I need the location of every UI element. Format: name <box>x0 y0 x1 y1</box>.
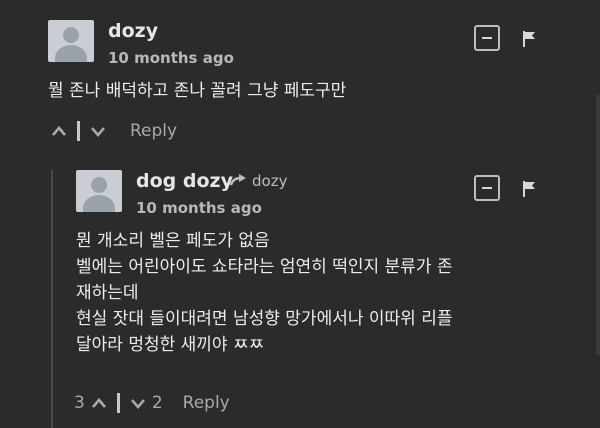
reply-button[interactable]: Reply <box>130 121 177 141</box>
flag-icon[interactable] <box>522 31 536 47</box>
comment-body: 뭘 존나 배덕하고 존나 꼴려 그냥 페도구만 <box>48 81 347 101</box>
avatar[interactable] <box>76 170 122 212</box>
comment-timestamp[interactable]: 10 months ago <box>108 49 234 67</box>
upvote-icon[interactable] <box>91 397 107 409</box>
comment-body: 뭔 개소리 벨은 페도가 없음 벨에는 어린아이도 쇼타라는 엄연히 떡인지 분… <box>76 228 556 358</box>
collapse-button[interactable] <box>474 25 500 51</box>
comments-page: dozy 10 months ago 뭘 존나 배덕하고 존나 꼴려 그냥 페도… <box>0 0 600 428</box>
avatar[interactable] <box>48 20 94 62</box>
reply-to-name[interactable]: dozy <box>252 172 287 190</box>
flag-icon[interactable] <box>522 181 536 197</box>
reply-arrow-icon <box>230 174 246 186</box>
comment-line: 현실 잣대 들이대려면 남성향 망가에서나 이따위 리플 <box>76 309 453 329</box>
vote-divider <box>116 393 120 413</box>
comment-timestamp[interactable]: 10 months ago <box>136 199 262 217</box>
comment-line: 재하는데 <box>76 283 139 303</box>
comment-line: 벨에는 어린아이도 쇼타라는 엄연히 떡인지 분류가 존 <box>76 257 453 277</box>
reply-to-indicator[interactable]: dozy <box>230 172 287 190</box>
comment-actions: Reply <box>51 121 177 141</box>
comment-line: 뭔 개소리 벨은 페도가 없음 <box>76 231 270 251</box>
downvote-count: 2 <box>151 393 163 413</box>
upvote-count: 3 <box>74 393 85 413</box>
upvote-icon[interactable] <box>51 125 67 137</box>
thread-line <box>51 170 53 428</box>
comment-author[interactable]: dog dozy <box>136 170 233 192</box>
comment-line: 달아라 멍청한 새끼야 ㅉㅉ <box>76 335 265 355</box>
downvote-icon[interactable] <box>130 397 146 409</box>
vote-divider <box>77 121 80 141</box>
comment-author[interactable]: dozy <box>108 20 158 42</box>
reply-button[interactable]: Reply <box>183 393 230 413</box>
collapse-button[interactable] <box>474 175 500 201</box>
comment-actions: 3 2 Reply <box>74 393 230 413</box>
scrollbar[interactable] <box>596 95 600 355</box>
downvote-icon[interactable] <box>90 125 106 137</box>
